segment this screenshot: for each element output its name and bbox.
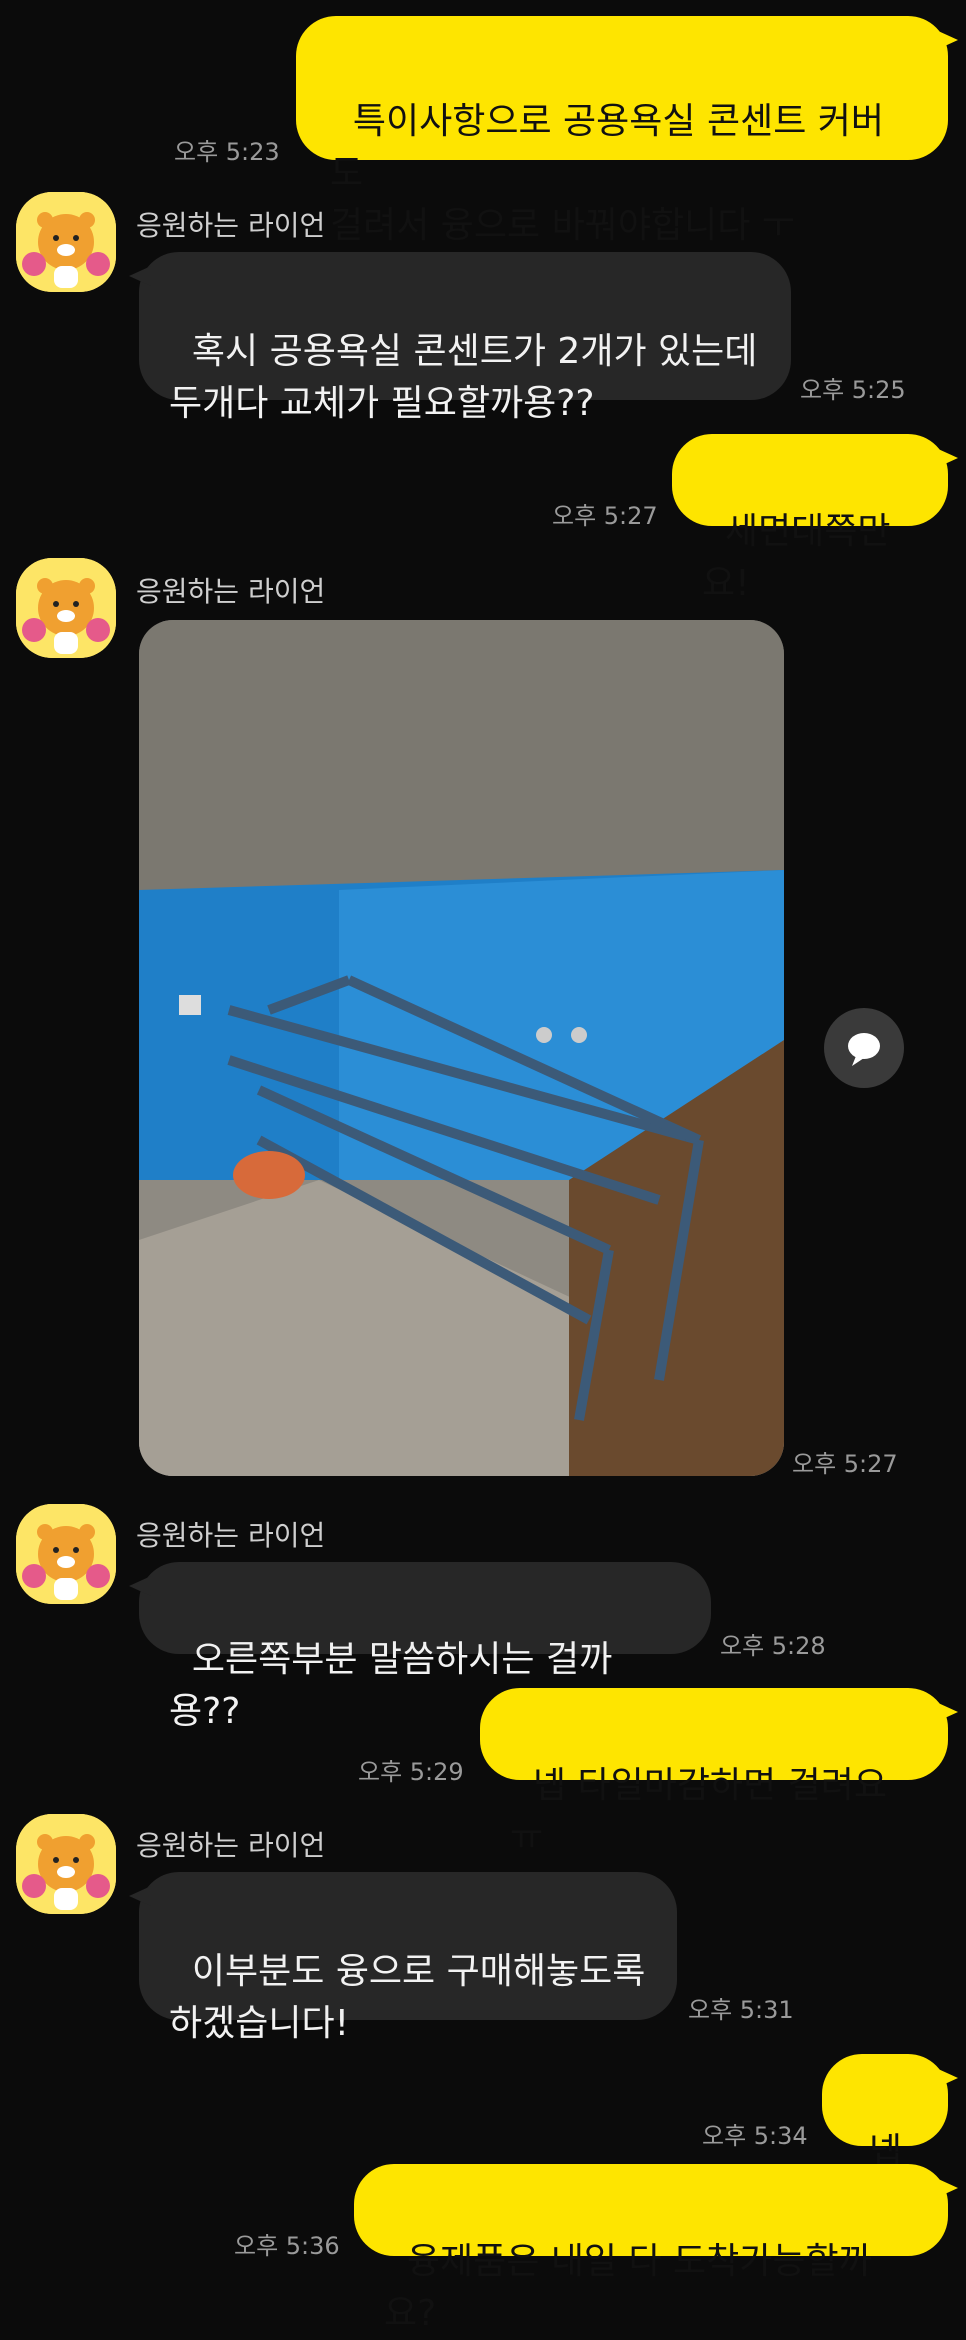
message-bubble-other[interactable]: 오른쪽부분 말씀하시는 걸까용??: [129, 1562, 711, 1732]
lion-character-icon: [16, 558, 116, 658]
message-time: 오후 5:31: [688, 1996, 794, 2024]
message-text: 이부분도 융으로 구매해놓도록 하겠습니다!: [169, 1951, 646, 2044]
contact-name: 응원하는 라이언: [136, 575, 326, 608]
message-text: 세면대쪽만요!: [702, 511, 891, 604]
contact-name: 응원하는 라이언: [136, 1829, 326, 1862]
contact-avatar[interactable]: [16, 558, 116, 658]
contact-name: 응원하는 라이언: [136, 209, 326, 242]
message-text: 특이사항으로 공용욕실 콘센트 커버도 걸려서 융으로 바꿔야합니다 ㅜ: [330, 101, 885, 246]
bathroom-construction-photo: [139, 620, 784, 1476]
message-time: 오후 5:28: [720, 1632, 826, 1660]
lion-character-icon: [16, 1814, 116, 1914]
share-button[interactable]: [824, 1008, 904, 1088]
contact-avatar[interactable]: [16, 1814, 116, 1914]
message-bubble-other[interactable]: 이부분도 융으로 구매해놓도록 하겠습니다!: [129, 1872, 677, 2044]
message-text: 넵 타일마감하면 걸려요 ㅠ: [510, 1765, 899, 1858]
message-time: 오후 5:29: [358, 1758, 464, 1786]
message-time: 오후 5:27: [552, 502, 658, 530]
lion-character-icon: [16, 192, 116, 292]
message-time: 오후 5:36: [234, 2232, 340, 2260]
message-time: 오후 5:23: [174, 138, 280, 166]
message-bubble-mine[interactable]: 융제품은 내일 다 도착가능할까요?: [354, 2164, 958, 2334]
message-bubble-mine[interactable]: 특이사항으로 공용욕실 콘센트 커버도 걸려서 융으로 바꿔야합니다 ㅜ: [296, 16, 958, 246]
message-text: 융제품은 내일 다 도착가능할까요?: [384, 2241, 872, 2334]
message-time: 오후 5:34: [702, 2122, 808, 2150]
message-text: 혹시 공용욕실 콘센트가 2개가 있는데 두개다 교체가 필요할까용??: [169, 331, 758, 424]
chat-bubble-share-icon: [848, 1033, 880, 1066]
photo-message[interactable]: [139, 620, 784, 1476]
contact-avatar[interactable]: [16, 192, 116, 292]
message-bubble-other[interactable]: 혹시 공용욕실 콘센트가 2개가 있는데 두개다 교체가 필요할까용??: [129, 252, 791, 424]
message-bubble-mine[interactable]: 세면대쪽만요!: [672, 434, 958, 604]
contact-name: 응원하는 라이언: [136, 1519, 326, 1552]
message-bubble-mine[interactable]: 넵 타일마감하면 걸려요 ㅠ: [480, 1688, 958, 1858]
message-time: 오후 5:25: [800, 376, 906, 404]
message-time: 오후 5:27: [792, 1450, 898, 1478]
lion-character-icon: [16, 1504, 116, 1604]
message-bubble-mine[interactable]: 넵넵: [822, 2054, 958, 2224]
contact-avatar[interactable]: [16, 1504, 116, 1604]
